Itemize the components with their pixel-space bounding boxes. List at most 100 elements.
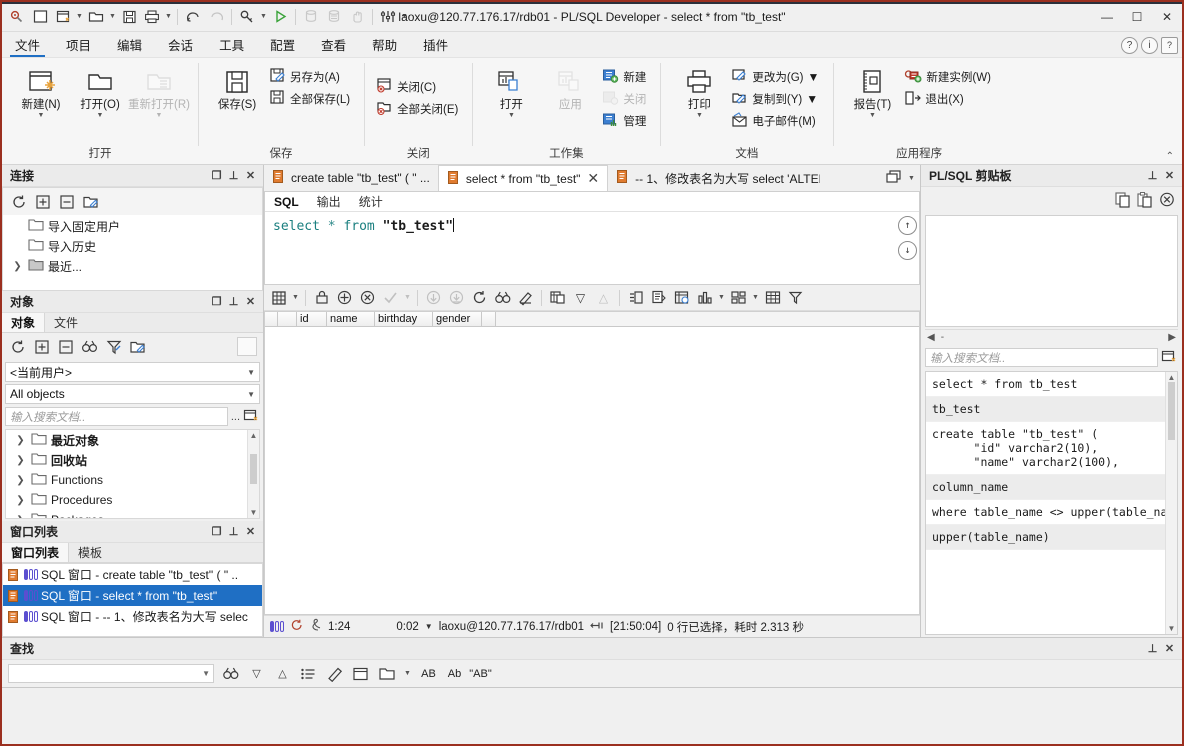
ribbon-save-as-button[interactable]: 另存为(A) xyxy=(267,67,354,87)
grid-mode-dropdown-icon[interactable]: ▼ xyxy=(291,294,300,301)
tree-node-recent[interactable]: ❯ 最近... xyxy=(3,256,262,276)
manual-icon[interactable]: ? xyxy=(1161,36,1178,54)
objects-tree[interactable]: ❯ 最近对象 ❯ 回收站 ❯ Functions ❯ Procedures ▲ … xyxy=(5,429,260,519)
menu-item-session[interactable]: 会话 xyxy=(155,32,206,57)
close-button[interactable]: ✕ xyxy=(1152,2,1182,32)
ribbon-new-dropdown-icon[interactable]: ▼ xyxy=(38,112,45,119)
menu-item-configure[interactable]: 配置 xyxy=(257,32,308,57)
pin-icon[interactable]: ⊥ xyxy=(225,523,242,540)
refresh-icon[interactable] xyxy=(8,337,28,356)
tab-statistics[interactable]: 统计 xyxy=(350,192,392,211)
sort-desc-icon[interactable]: ▽ xyxy=(570,287,591,308)
ribbon-collapse-button[interactable]: ⌃ xyxy=(1166,151,1174,162)
objects-user-select[interactable]: <当前用户> ▼ xyxy=(5,362,260,382)
key-icon[interactable] xyxy=(236,6,258,28)
menu-item-edit[interactable]: 编辑 xyxy=(104,32,155,57)
ribbon-print-button[interactable]: 打印 ▼ xyxy=(670,63,728,119)
list-item[interactable]: tb_test xyxy=(926,397,1177,422)
find-input[interactable]: ▼ xyxy=(8,664,214,683)
ribbon-save-button[interactable]: 保存(S) xyxy=(208,63,266,112)
chevron-right-icon[interactable]: ❯ xyxy=(14,475,27,486)
ribbon-change-to-button[interactable]: 更改为(G) ▼ xyxy=(729,67,823,87)
single-record-icon[interactable] xyxy=(625,287,646,308)
tab-output[interactable]: 输出 xyxy=(308,192,350,211)
chevron-right-icon[interactable]: ❯ xyxy=(14,455,27,466)
duplicate-row-icon[interactable] xyxy=(547,287,568,308)
tab-templates[interactable]: 模板 xyxy=(69,543,111,562)
grid-col-extra[interactable] xyxy=(482,312,496,326)
tab-files[interactable]: 文件 xyxy=(45,313,87,332)
doc-tab-select-from[interactable]: select * from "tb_test" ✕ xyxy=(437,165,609,191)
menu-item-tools[interactable]: 工具 xyxy=(206,32,257,57)
minimize-button[interactable]: — xyxy=(1092,2,1122,32)
scroll-down-circle-icon[interactable]: ↓ xyxy=(898,241,917,260)
copy-record-icon[interactable] xyxy=(648,287,669,308)
restore-icon[interactable]: ❐ xyxy=(208,293,225,310)
find-binocular-icon[interactable] xyxy=(492,287,513,308)
info-icon[interactable]: i xyxy=(1141,36,1158,54)
clear-icon[interactable] xyxy=(325,664,344,683)
ribbon-workset-new-button[interactable]: 新建 xyxy=(600,67,650,87)
layout-icon[interactable] xyxy=(728,287,749,308)
doc-tab-close-icon[interactable]: ✕ xyxy=(587,170,599,187)
objects-filter-select[interactable]: All objects ▼ xyxy=(5,384,260,404)
ribbon-open-dropdown-icon[interactable]: ▼ xyxy=(97,112,104,119)
ribbon-email-button[interactable]: 电子邮件(M) xyxy=(729,111,823,131)
menu-item-plugins[interactable]: 插件 xyxy=(410,32,461,57)
tree-node-packages[interactable]: ❯ Packages xyxy=(6,510,259,518)
tree-node-recycle-bin[interactable]: ❯ 回收站 xyxy=(6,450,259,470)
new-window-icon[interactable] xyxy=(1161,349,1178,367)
new-session-dropdown-icon[interactable]: ▼ xyxy=(75,13,84,20)
objects-color-swatch[interactable] xyxy=(237,337,257,356)
whole-word-ab-icon[interactable]: "AB" xyxy=(469,664,491,683)
refresh-icon[interactable] xyxy=(469,287,490,308)
print-icon[interactable] xyxy=(141,6,163,28)
execute-icon[interactable] xyxy=(269,6,291,28)
pin-icon[interactable]: ⊥ xyxy=(225,167,242,184)
scroll-up-icon[interactable]: ▲ xyxy=(1168,373,1176,382)
list-item[interactable]: upper(table_name) xyxy=(926,525,1177,550)
preferences-icon[interactable] xyxy=(377,6,399,28)
find-prev-icon[interactable]: △ xyxy=(273,664,292,683)
collapse-icon[interactable] xyxy=(56,337,76,356)
filter-icon[interactable] xyxy=(785,287,806,308)
pin-icon[interactable]: ⊥ xyxy=(1144,640,1161,657)
clear-icon[interactable] xyxy=(515,287,536,308)
ribbon-change-to-dropdown-icon[interactable]: ▼ xyxy=(808,70,820,84)
clipboard-search-input[interactable]: 输入搜索文档.. xyxy=(925,348,1158,367)
close-icon[interactable]: ✕ xyxy=(242,167,259,184)
close-icon[interactable]: ✕ xyxy=(242,523,259,540)
clipboard-preview-area[interactable] xyxy=(925,215,1178,327)
ribbon-close-all-button[interactable]: 全部关闭(E) xyxy=(374,99,462,119)
objects-search-input[interactable]: 输入搜索文档.. xyxy=(5,407,228,426)
tile-windows-icon[interactable] xyxy=(885,169,903,188)
objects-tree-scrollbar[interactable]: ▲ ▼ xyxy=(247,430,259,518)
objects-search-more-button[interactable]: ... xyxy=(231,411,240,423)
result-grid[interactable]: id name birthday gender xyxy=(264,311,920,615)
clipboard-nav-left-icon[interactable]: ◀ xyxy=(927,332,935,343)
folder-dropdown-icon[interactable]: ▼ xyxy=(403,670,412,677)
ribbon-exit-button[interactable]: 退出(X) xyxy=(902,89,995,109)
open-dropdown-icon[interactable]: ▼ xyxy=(108,13,117,20)
copy-icon[interactable] xyxy=(1114,191,1132,211)
ribbon-print-dropdown-icon[interactable]: ▼ xyxy=(696,112,703,119)
chevron-right-icon[interactable]: ❯ xyxy=(14,435,27,446)
list-item[interactable]: column_name xyxy=(926,475,1177,500)
sql-code-editor[interactable]: select * from "tb_test" ↑ ↓ xyxy=(265,212,919,284)
layout-dropdown-icon[interactable]: ▼ xyxy=(751,294,760,301)
scroll-thumb[interactable] xyxy=(1168,382,1175,440)
chevron-right-icon[interactable]: ❯ xyxy=(11,261,24,272)
list-item[interactable]: SQL 窗口 - -- 1、修改表名为大写 selec xyxy=(3,606,262,627)
clear-circle-icon[interactable] xyxy=(1158,191,1176,211)
tree-node-import-history[interactable]: 导入历史 xyxy=(3,236,262,256)
close-icon[interactable]: ✕ xyxy=(242,293,259,310)
ribbon-new-instance-button[interactable]: 新建实例(W) xyxy=(902,67,995,87)
ribbon-workset-open-button[interactable]: 打开 ▼ xyxy=(482,63,540,119)
tab-objects[interactable]: 对象 xyxy=(2,313,46,332)
scroll-down-icon[interactable]: ▼ xyxy=(250,508,258,517)
folder-icon[interactable] xyxy=(377,664,396,683)
ribbon-report-button[interactable]: 报告(T) ▼ xyxy=(843,63,901,119)
chevron-right-icon[interactable]: ❯ xyxy=(14,495,27,506)
customize-icon[interactable]: ▼ xyxy=(400,13,409,20)
edit-folder-icon[interactable] xyxy=(81,192,101,211)
